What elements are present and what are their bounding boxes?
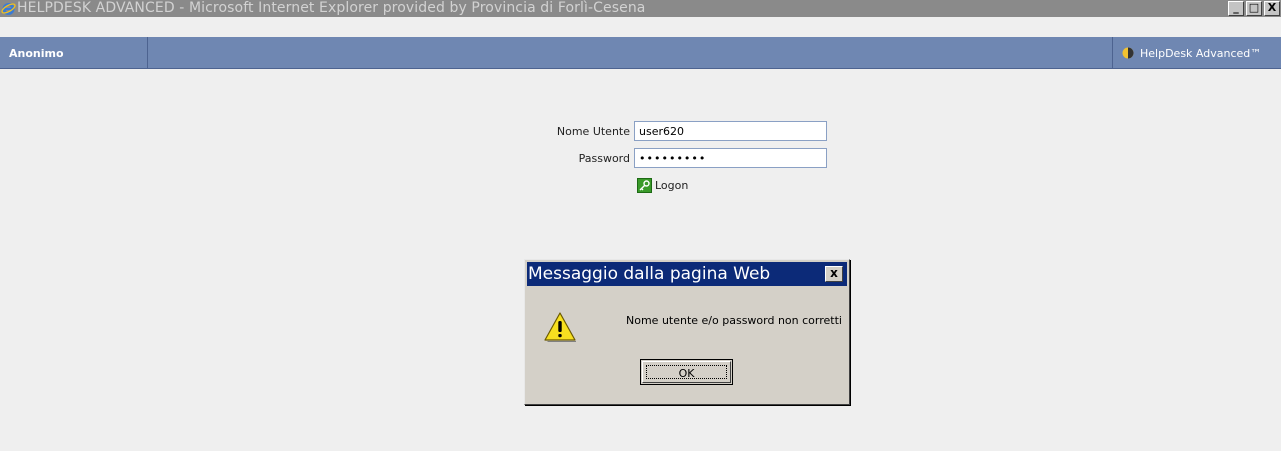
username-row: Nome Utente: [540, 121, 827, 141]
password-row: Password: [540, 148, 827, 168]
close-window-button[interactable]: X: [1264, 1, 1280, 16]
internet-explorer-icon: [1, 1, 16, 16]
brand-name: HelpDesk Advanced™: [1140, 46, 1262, 60]
username-input[interactable]: [634, 121, 827, 141]
username-label: Nome Utente: [556, 124, 630, 138]
window-controls: _ □ X: [1226, 1, 1280, 16]
dialog-close-button[interactable]: x: [825, 266, 843, 282]
current-user: Anonimo: [0, 37, 148, 69]
logon-button[interactable]: Logon: [637, 178, 688, 193]
key-icon: [637, 178, 652, 193]
dialog-title: Messaggio dalla pagina Web: [528, 264, 771, 284]
alert-dialog: Messaggio dalla pagina Web x Nome utente…: [524, 259, 850, 405]
ok-button-bevel: OK: [642, 361, 731, 383]
ok-button-label: OK: [646, 365, 727, 380]
warning-icon: [543, 311, 577, 343]
password-input[interactable]: [634, 148, 827, 168]
password-label: Password: [578, 151, 630, 165]
maximize-button[interactable]: □: [1246, 1, 1262, 16]
ok-button[interactable]: OK: [640, 359, 733, 385]
brand-link[interactable]: HelpDesk Advanced™: [1112, 37, 1281, 69]
window-title: HELPDESK ADVANCED - Microsoft Internet E…: [17, 0, 646, 16]
browser-titlebar: HELPDESK ADVANCED - Microsoft Internet E…: [0, 0, 1281, 17]
helpdesk-logo-icon: [1122, 47, 1134, 59]
logon-label: Logon: [655, 179, 689, 192]
dialog-message: Nome utente e/o password non corretti: [626, 314, 842, 327]
dialog-titlebar[interactable]: Messaggio dalla pagina Web x: [527, 262, 847, 286]
app-header-bar: Anonimo HelpDesk Advanced™: [0, 37, 1281, 69]
minimize-button[interactable]: _: [1228, 1, 1244, 16]
